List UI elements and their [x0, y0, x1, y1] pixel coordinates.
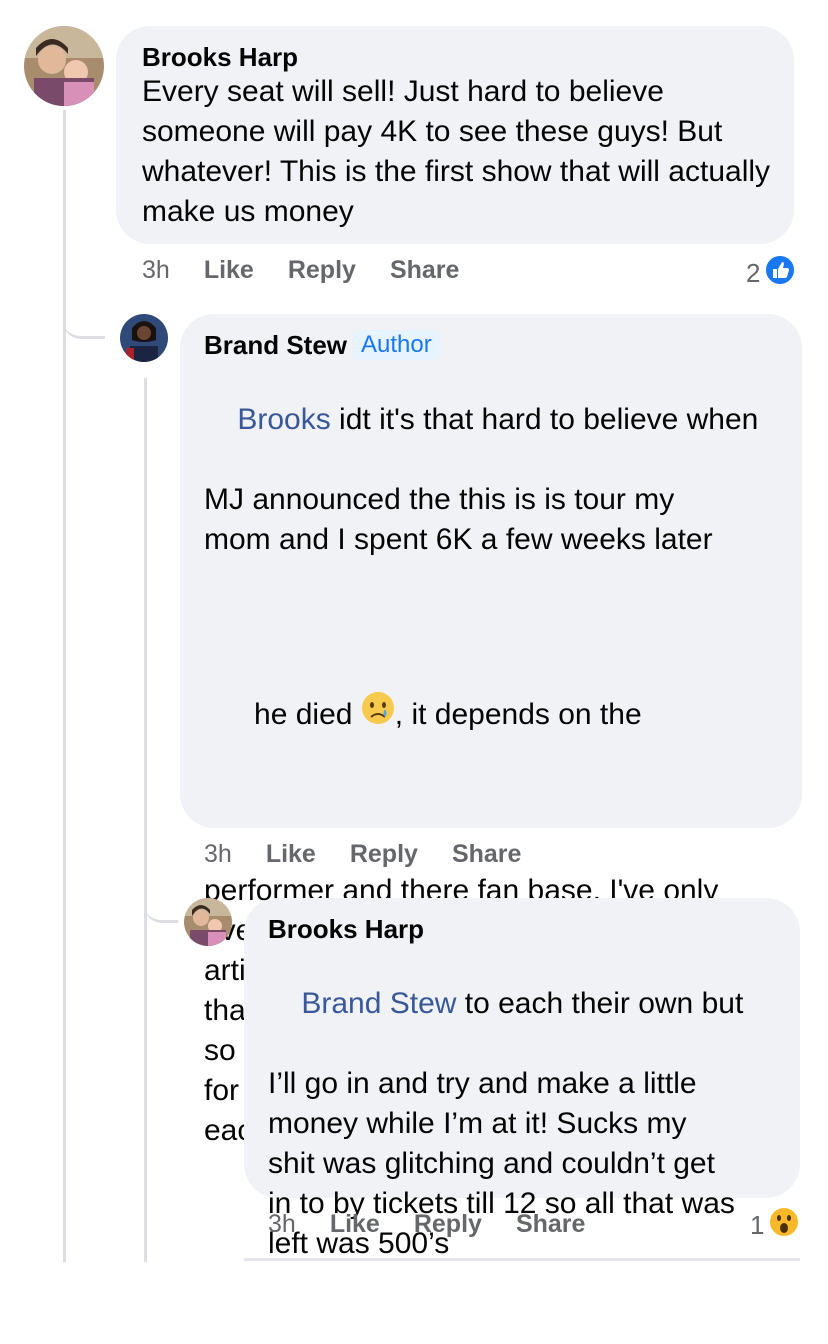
- comment-actions: 3h Like Reply Share: [142, 256, 493, 285]
- thread-connector-reply-1: [63, 282, 105, 339]
- author-badge: Author: [353, 330, 440, 360]
- comment-text: Brand Stew to each their own but I’ll go…: [268, 944, 788, 1344]
- reaction-count: 1: [750, 1210, 765, 1240]
- comment-actions: 3h Like Reply Share: [204, 840, 555, 869]
- reply-button[interactable]: Reply: [288, 256, 356, 285]
- like-button[interactable]: Like: [204, 256, 254, 285]
- comment-text-segment: he died: [254, 698, 361, 731]
- comment-text-line: he died , it depends on the: [204, 640, 794, 791]
- comment-author[interactable]: Brand Stew: [204, 330, 347, 360]
- like-button[interactable]: Like: [330, 1210, 380, 1239]
- crying-face-icon: [361, 691, 395, 741]
- comment-timestamp[interactable]: 3h: [204, 840, 232, 869]
- avatar[interactable]: [24, 26, 104, 106]
- comment-timestamp[interactable]: 3h: [268, 1210, 296, 1239]
- wow-icon: [768, 1206, 801, 1245]
- comment-author[interactable]: Brooks Harp: [268, 914, 780, 944]
- comment-actions: 3h Like Reply Share: [268, 1210, 619, 1239]
- avatar[interactable]: [120, 314, 168, 362]
- reaction-summary[interactable]: 1: [750, 1206, 801, 1245]
- like-button[interactable]: Like: [266, 840, 316, 869]
- avatar[interactable]: [184, 898, 232, 946]
- share-button[interactable]: Share: [516, 1210, 585, 1239]
- reply-button[interactable]: Reply: [350, 840, 418, 869]
- comment-text-segment: idt it's that hard to believe when: [330, 403, 759, 436]
- comment-timestamp[interactable]: 3h: [142, 256, 170, 285]
- comment-text-segment: , it depends on the: [394, 698, 642, 731]
- comment-author-row: Brand Stew Author: [204, 330, 782, 360]
- share-button[interactable]: Share: [390, 256, 459, 285]
- reaction-summary[interactable]: 2: [746, 254, 797, 293]
- thread-line-reply: [144, 378, 147, 1262]
- comment-text: Every seat will sell! Just hard to belie…: [142, 75, 779, 228]
- mention-link[interactable]: Brand Stew: [301, 987, 456, 1020]
- comment-bubble: Brooks Harp Every seat will sell! Just h…: [116, 26, 794, 244]
- comment-author[interactable]: Brooks Harp: [142, 42, 770, 72]
- comment-text-segment: MJ announced the this is is tour my mom …: [204, 483, 713, 556]
- divider: [244, 1258, 800, 1261]
- share-button[interactable]: Share: [452, 840, 521, 869]
- like-icon: [764, 254, 797, 293]
- reply-button[interactable]: Reply: [414, 1210, 482, 1239]
- comment-bubble: Brand Stew Author Brooks idt it's that ha…: [180, 314, 802, 1147]
- mention-link[interactable]: Brooks: [237, 403, 330, 436]
- reaction-count: 2: [746, 258, 761, 288]
- comment-bubble: Brooks Harp Brand Stew to each their own…: [244, 898, 800, 1260]
- thread-connector-reply-2: [144, 866, 178, 923]
- comment-text-segment: to each their own but: [456, 987, 744, 1020]
